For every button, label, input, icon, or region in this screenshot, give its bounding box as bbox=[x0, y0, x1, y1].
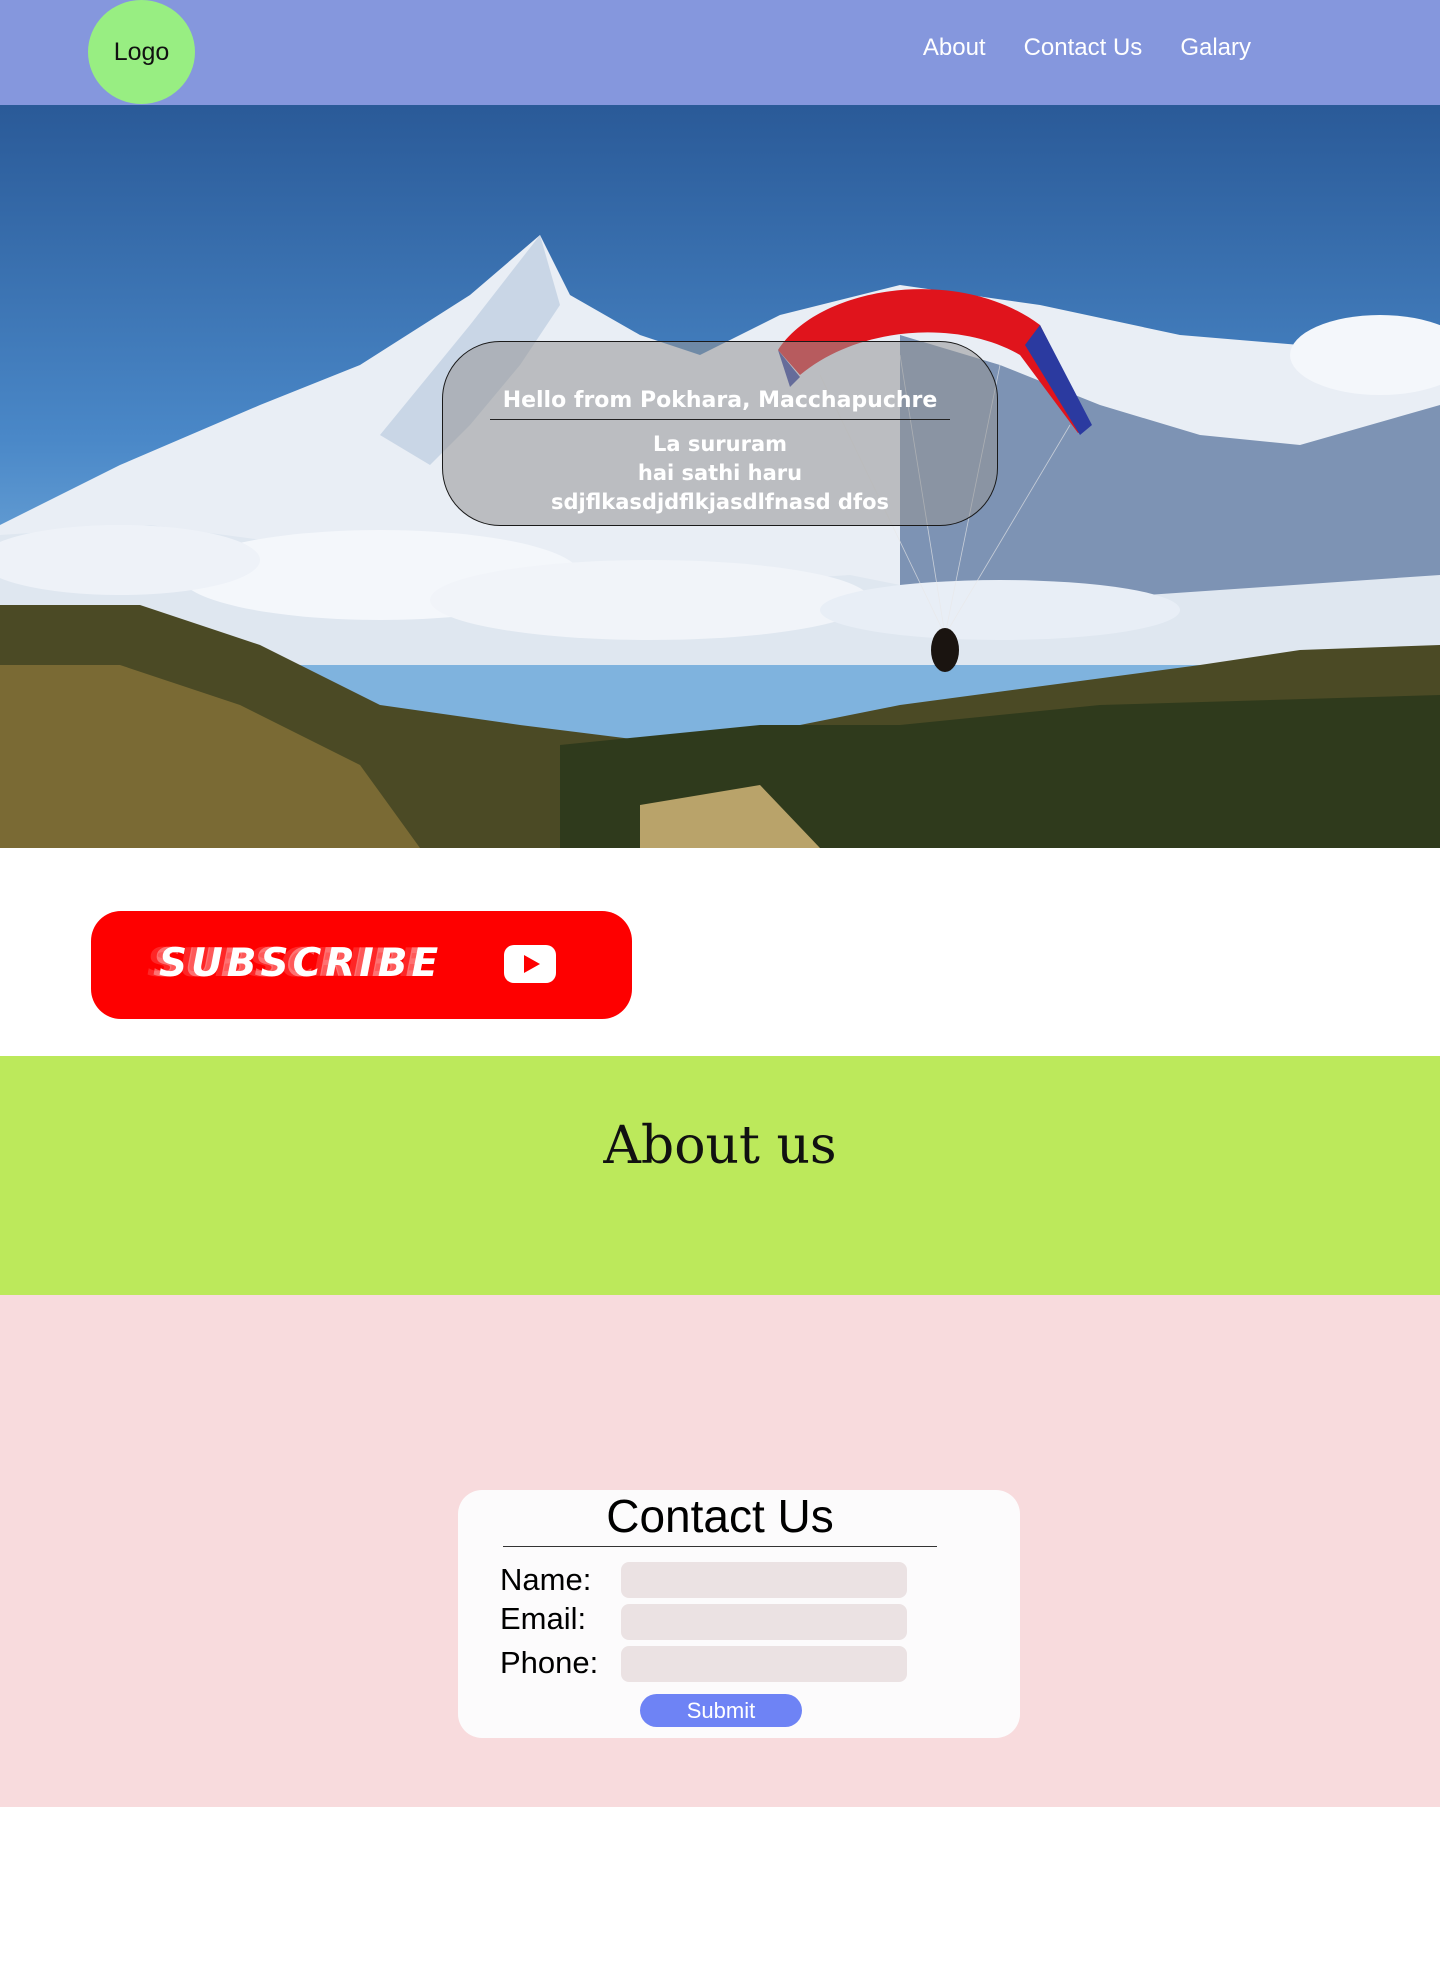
name-label: Name: bbox=[500, 1562, 592, 1597]
email-field[interactable] bbox=[621, 1604, 907, 1640]
main-nav: About Contact Us Galary bbox=[923, 34, 1251, 62]
youtube-play-icon bbox=[504, 945, 556, 983]
hero-line: La sururam bbox=[652, 432, 788, 456]
email-label: Email: bbox=[500, 1601, 587, 1636]
hero-line: hai sathi haru bbox=[637, 461, 803, 485]
subscribe-button[interactable]: SUBSCRIBE bbox=[91, 911, 632, 1019]
about-section: About us bbox=[0, 1056, 1440, 1295]
submit-button[interactable]: Submit bbox=[640, 1694, 802, 1727]
hero-divider bbox=[490, 419, 950, 420]
contact-section: Contact Us Name: Email: Phone: Submit bbox=[0, 1295, 1440, 1807]
nav-link-galary[interactable]: Galary bbox=[1180, 34, 1251, 62]
phone-label: Phone: bbox=[500, 1645, 599, 1680]
nav-link-contact-us[interactable]: Contact Us bbox=[1024, 34, 1143, 62]
phone-field[interactable] bbox=[621, 1646, 907, 1682]
site-header: Logo About Contact Us Galary bbox=[0, 0, 1440, 105]
hero-greeting-card: Hello from Pokhara, Macchapuchre La suru… bbox=[442, 341, 998, 526]
logo[interactable]: Logo bbox=[88, 0, 195, 104]
hero-line: sdjflkasdjdflkjasdlfnasd dfos bbox=[550, 490, 890, 514]
name-field[interactable] bbox=[621, 1562, 907, 1598]
about-heading: About us bbox=[603, 1116, 837, 1176]
hero-title: Hello from Pokhara, Macchapuchre bbox=[502, 388, 938, 413]
hero-banner: Hello from Pokhara, Macchapuchre La suru… bbox=[0, 105, 1440, 848]
contact-form: Contact Us Name: Email: Phone: Submit bbox=[458, 1490, 1020, 1738]
nav-link-about[interactable]: About bbox=[923, 34, 986, 62]
subscribe-label: SUBSCRIBE bbox=[159, 941, 443, 986]
contact-heading: Contact Us bbox=[503, 1490, 937, 1547]
